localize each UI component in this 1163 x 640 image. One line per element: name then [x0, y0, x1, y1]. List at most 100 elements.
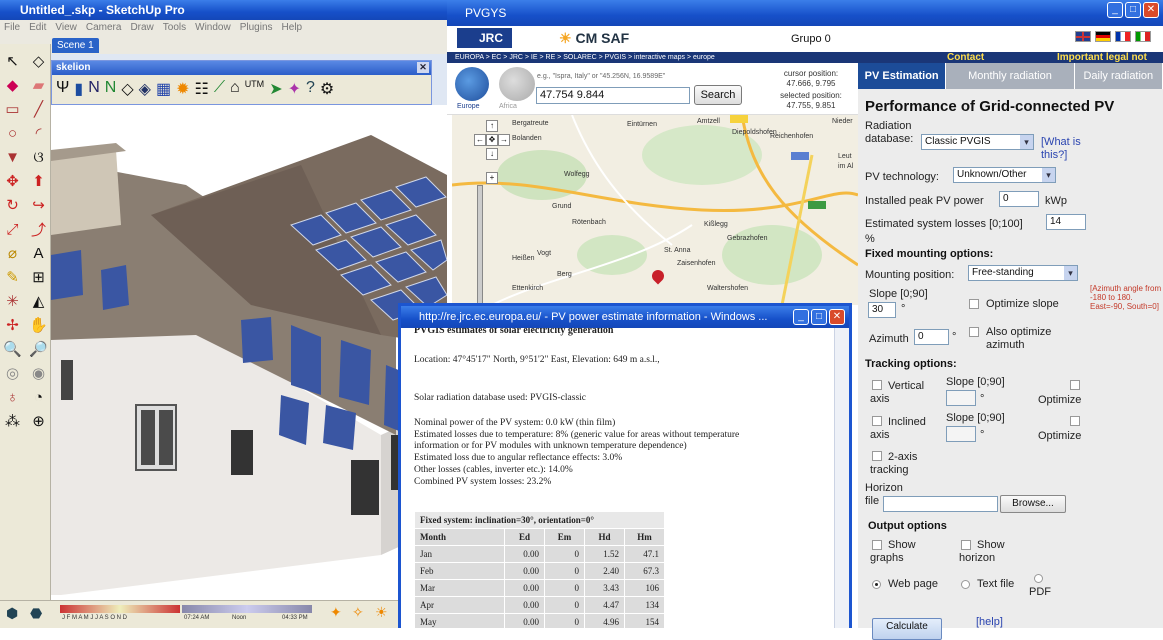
europe-globe-icon[interactable]	[455, 67, 489, 101]
it-flag-icon[interactable]	[1135, 31, 1151, 42]
sketchup-titlebar[interactable]: Untitled_.skp - SketchUp Pro	[0, 0, 447, 20]
previous-view-icon[interactable]: ◎	[1, 362, 24, 384]
zoom-window-icon[interactable]: 🔎	[27, 338, 50, 360]
tape-measure-icon[interactable]: ⌀	[1, 242, 24, 264]
3d-viewport[interactable]	[51, 105, 447, 600]
pan-up-icon[interactable]: ↑	[486, 120, 498, 132]
close-button[interactable]: ✕	[1143, 2, 1159, 18]
jrc-logo[interactable]: JRC	[457, 28, 512, 48]
zoom-tool-icon[interactable]: 🔍	[1, 338, 24, 360]
solar-panel-icon[interactable]: ▮	[74, 79, 83, 99]
browser-titlebar[interactable]: PVGYS _ □ ✕	[447, 0, 1163, 26]
text-tool-icon[interactable]: A	[27, 242, 50, 264]
popup-minimize-button[interactable]: _	[793, 309, 809, 325]
north-icon[interactable]: N	[88, 79, 100, 99]
hide-icon[interactable]: ⊕	[27, 410, 50, 432]
popup-scrollbar[interactable]	[834, 328, 849, 628]
pan-right-icon[interactable]: →	[498, 134, 510, 146]
tab-daily-radiation[interactable]: Daily radiation	[1074, 63, 1163, 89]
walk-tool-icon[interactable]: ⁂	[1, 410, 24, 432]
tilt-icon[interactable]: ⟋	[214, 79, 225, 99]
line-tool-icon[interactable]: ╱	[27, 98, 50, 120]
menu-item-plugins[interactable]: Plugins	[240, 20, 273, 36]
africa-globe-icon[interactable]	[499, 67, 535, 101]
menu-item-tools[interactable]: Tools	[163, 20, 186, 36]
peak-power-input[interactable]: 0	[999, 191, 1039, 207]
panel-array-icon[interactable]: ◈	[139, 79, 151, 99]
menu-item-camera[interactable]: Camera	[86, 20, 122, 36]
coordinate-search-input[interactable]: 47.754 9.844	[536, 87, 690, 104]
pan-center-icon[interactable]: ✥	[486, 134, 498, 146]
panel-select-icon[interactable]: ◇	[121, 79, 133, 99]
shadow-time-slider[interactable]	[182, 605, 312, 613]
position-camera-icon[interactable]: ♁	[1, 386, 24, 408]
tab-monthly-radiation[interactable]: Monthly radiation	[946, 63, 1075, 89]
shadow-calc-icon[interactable]: ☷	[194, 79, 208, 99]
slope-input[interactable]: 30	[868, 302, 896, 318]
rotate-tool-icon[interactable]: ↻	[1, 194, 24, 216]
de-flag-icon[interactable]	[1095, 31, 1111, 42]
uk-flag-icon[interactable]	[1075, 31, 1091, 42]
radiation-database-select[interactable]: Classic PVGIS	[921, 134, 1034, 150]
search-button[interactable]: Search	[694, 85, 742, 105]
shadow-toggle-icon[interactable]: ✦	[330, 604, 342, 621]
azimuth-input[interactable]: 0	[914, 329, 949, 345]
browse-button[interactable]: Browse...	[1000, 495, 1066, 513]
sun-settings-icon[interactable]: ☀	[375, 604, 388, 621]
menu-item-draw[interactable]: Draw	[130, 20, 153, 36]
tab-pv-estimation[interactable]: PV Estimation	[858, 63, 947, 89]
panel-row-icon[interactable]: ▦	[156, 79, 171, 99]
fr-flag-icon[interactable]	[1115, 31, 1131, 42]
utm-icon[interactable]: UTM	[245, 79, 265, 99]
orbit-tool-icon[interactable]: ✢	[1, 314, 24, 336]
zoom-in-icon[interactable]: +	[486, 172, 498, 184]
interactive-map[interactable]: ↑ ← ✥ → ↓ + Bergatreute Bolanden Eintürn…	[452, 115, 858, 305]
menu-item-view[interactable]: View	[55, 20, 77, 36]
scale-tool-icon[interactable]: ⤢	[1, 218, 24, 240]
popup-titlebar[interactable]: http://re.jrc.ec.europa.eu/ - PV power e…	[401, 306, 849, 328]
vertical-optimize-checkbox[interactable]	[1070, 380, 1080, 390]
zoom-slider[interactable]	[477, 185, 483, 305]
legal-notice-link[interactable]: Important legal not	[1057, 52, 1147, 63]
pdf-radio[interactable]	[1034, 574, 1043, 583]
dimension-tool-icon[interactable]: ⊞	[27, 266, 50, 288]
pv-technology-select[interactable]: Unknown/Other	[953, 167, 1056, 183]
circle-tool-icon[interactable]: ○	[1, 122, 24, 144]
scene-tab-1[interactable]: Scene 1	[52, 38, 99, 53]
arc-tool-icon[interactable]: ◜	[27, 122, 50, 144]
freehand-tool-icon[interactable]: ଓ	[27, 146, 50, 168]
skelion-titlebar[interactable]: skelion ✕	[52, 61, 431, 75]
menu-item-file[interactable]: File	[4, 20, 20, 36]
eraser-icon[interactable]: ▰	[27, 74, 50, 96]
pan-tool-icon[interactable]: ✋	[27, 314, 50, 336]
web-page-radio[interactable]	[872, 580, 881, 589]
rectangle-tool-icon[interactable]: ▭	[1, 98, 24, 120]
contact-link[interactable]: Contact	[947, 52, 984, 63]
popup-close-button[interactable]: ✕	[829, 309, 845, 325]
roof-icon[interactable]: ⌂	[230, 79, 240, 99]
inclined-slope-input[interactable]	[946, 426, 976, 442]
component-tool-icon[interactable]: ◇	[27, 50, 50, 72]
offset-tool-icon[interactable]: ⤴	[27, 218, 50, 240]
minimize-button[interactable]: _	[1107, 2, 1123, 18]
mounting-position-select[interactable]: Free-standing	[968, 265, 1078, 281]
settings-icon[interactable]: ⚙	[320, 79, 334, 99]
popup-maximize-button[interactable]: □	[811, 309, 827, 325]
protractor-icon[interactable]: ✳	[1, 290, 24, 312]
breadcrumb-text[interactable]: EUROPA > EC > JRC > IE > RE > SOLAREC > …	[455, 54, 715, 61]
arrow-icon[interactable]: ➤	[269, 79, 282, 99]
europe-label[interactable]: Europe	[457, 103, 480, 110]
paint-bucket-icon[interactable]: ◆	[1, 74, 24, 96]
optimize-azimuth-checkbox[interactable]	[969, 327, 979, 337]
maximize-button[interactable]: □	[1125, 2, 1141, 18]
system-losses-input[interactable]: 14	[1046, 214, 1086, 230]
north-green-icon[interactable]: N	[105, 79, 117, 99]
fog-toggle-icon[interactable]: ✧	[352, 604, 364, 621]
help-icon[interactable]: ?	[306, 79, 315, 99]
calculate-button[interactable]: Calculate	[872, 618, 942, 640]
follow-me-icon[interactable]: ↪	[27, 194, 50, 216]
next-view-icon[interactable]: ◉	[27, 362, 50, 384]
inclined-optimize-checkbox[interactable]	[1070, 416, 1080, 426]
africa-label[interactable]: Africa	[499, 103, 517, 110]
horizon-file-input[interactable]	[883, 496, 998, 512]
